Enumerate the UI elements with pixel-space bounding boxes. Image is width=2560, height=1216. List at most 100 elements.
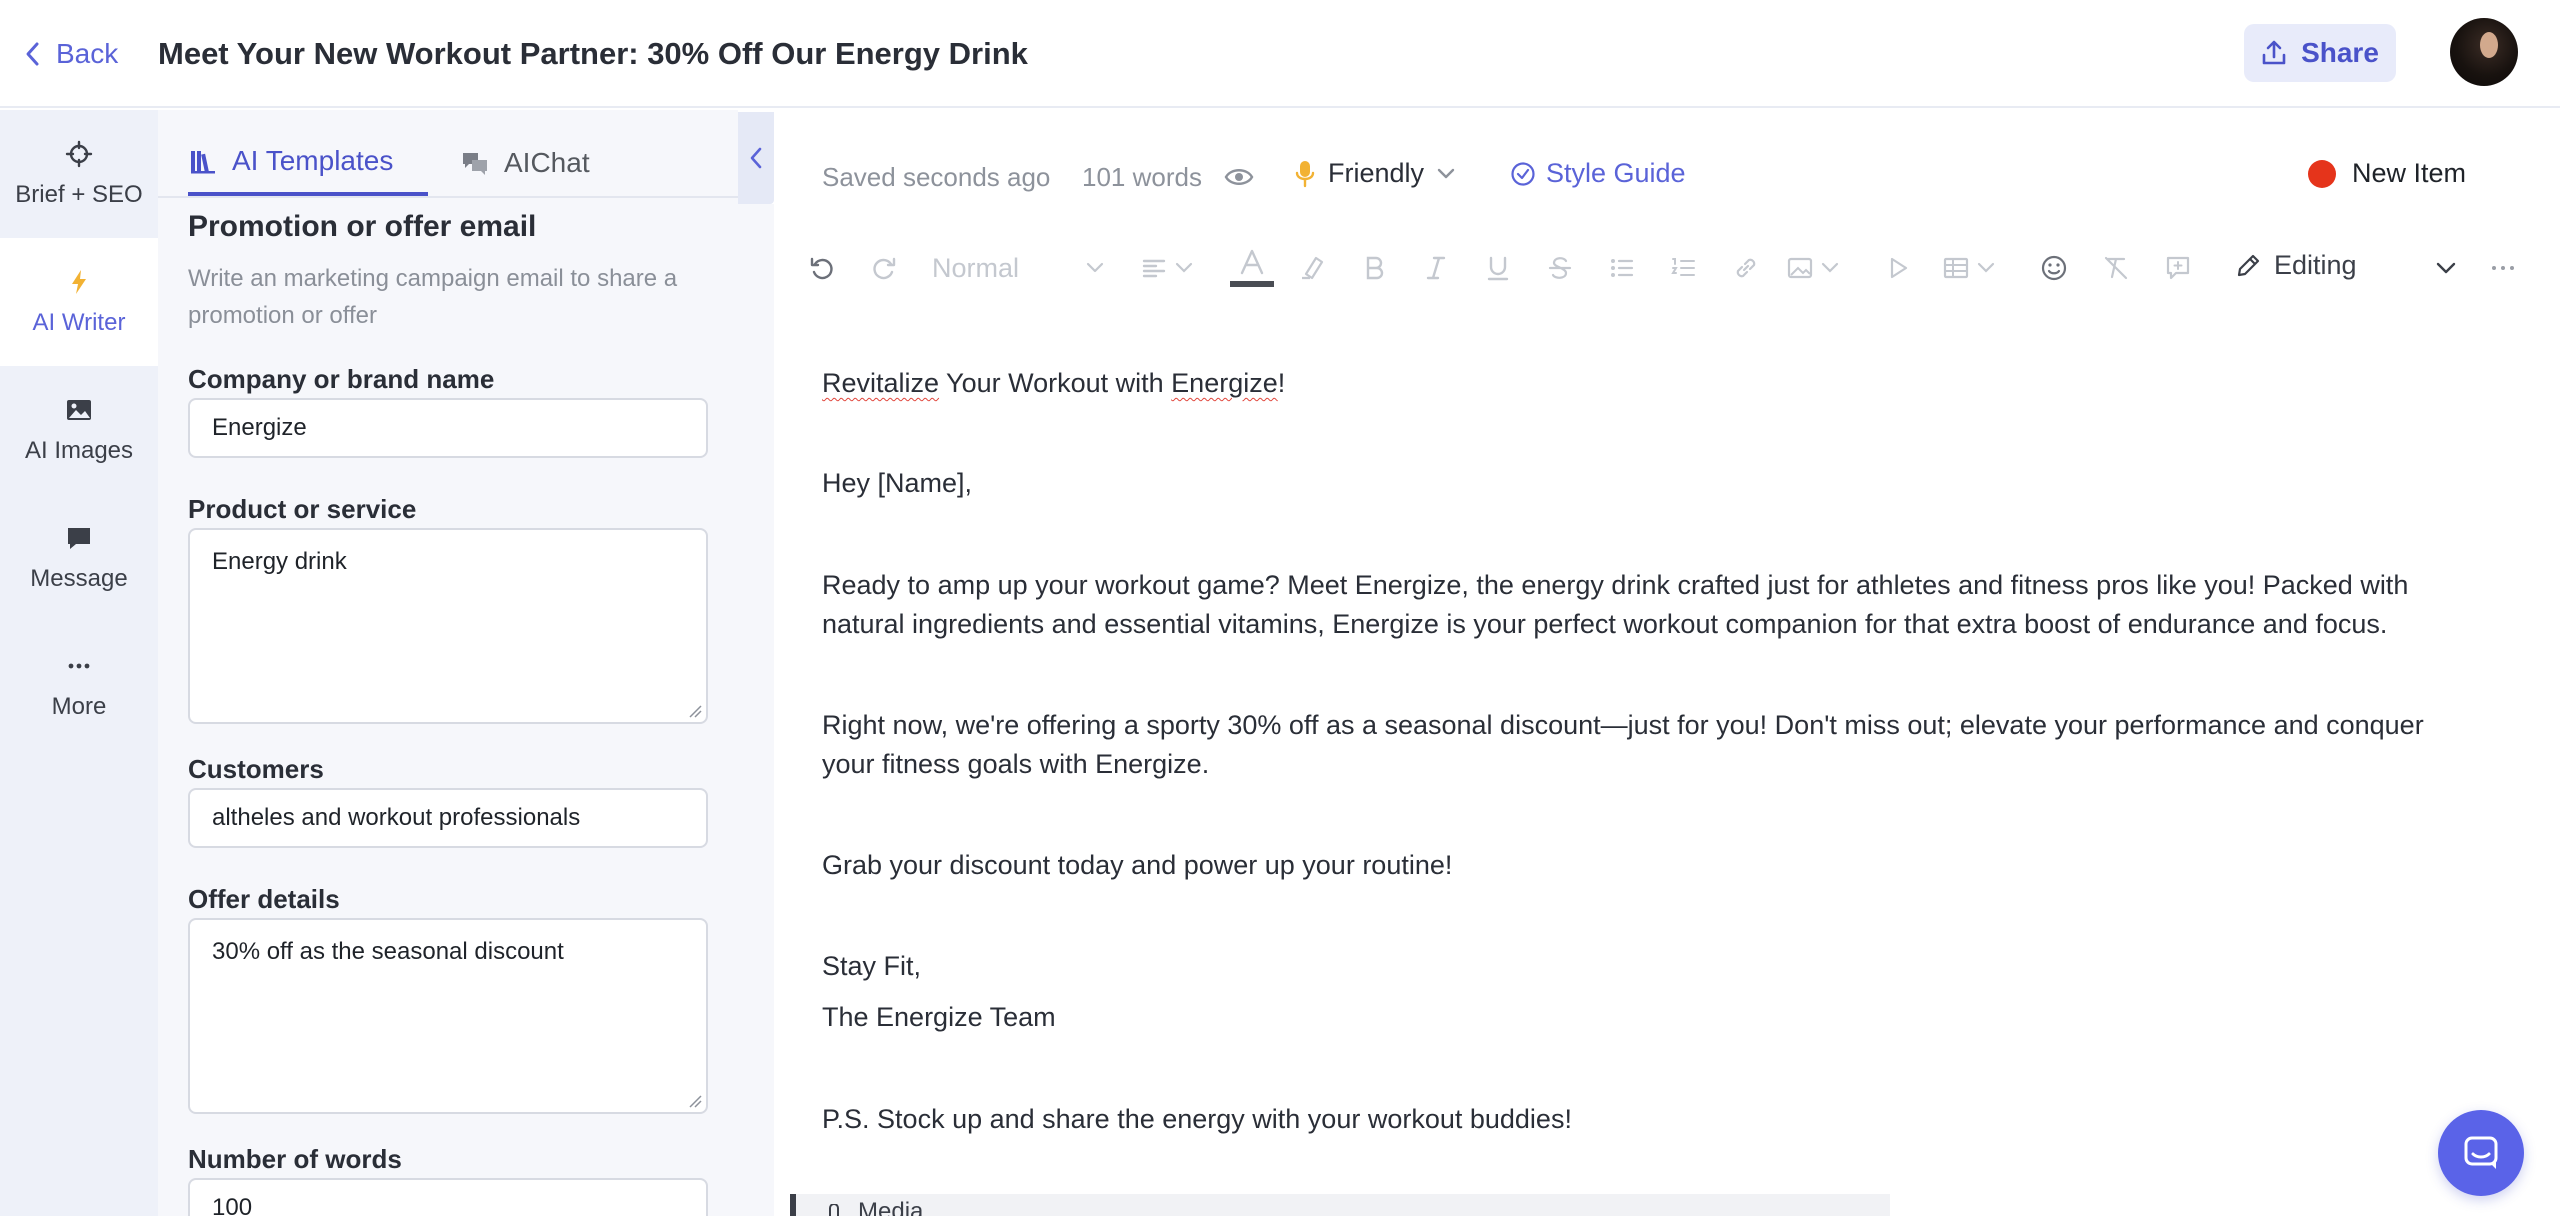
microphone-icon <box>1295 160 1315 187</box>
email-signature: The Energize Team <box>822 1002 1056 1032</box>
editing-mode-label: Editing <box>2274 250 2357 280</box>
email-postscript: P.S. Stock up and share the energy with … <box>822 1104 1572 1134</box>
company-input[interactable]: Energize <box>188 398 708 458</box>
chevron-down-icon <box>2436 262 2456 274</box>
resize-handle-icon[interactable] <box>688 704 702 718</box>
emoji-button[interactable] <box>2040 250 2068 286</box>
rail-label: More <box>51 693 107 720</box>
status-dot <box>2308 159 2336 188</box>
upload-icon <box>2262 40 2286 65</box>
rail-item-brief-seo[interactable]: Brief + SEO <box>0 110 158 238</box>
rail-item-ai-writer[interactable]: AI Writer <box>0 238 158 366</box>
chevron-down-icon <box>1086 262 1104 273</box>
style-guide-link[interactable]: Style Guide <box>1510 158 1686 189</box>
resize-handle-icon[interactable] <box>688 1094 702 1108</box>
customers-input[interactable]: altheles and workout professionals <box>188 788 708 848</box>
chevron-down-icon <box>1821 262 1839 273</box>
share-button[interactable]: Share <box>2244 24 2396 82</box>
italic-icon <box>1426 256 1446 280</box>
clear-format-button[interactable] <box>2102 250 2130 286</box>
chat-icon <box>2464 1136 2498 1169</box>
top-bar: Back Meet Your New Workout Partner: 30% … <box>0 0 2560 108</box>
emoji-icon <box>2041 255 2067 281</box>
chevron-left-icon <box>750 147 762 169</box>
insert-table-button[interactable] <box>1942 250 1996 286</box>
add-comment-button[interactable] <box>2164 250 2192 286</box>
template-title: Promotion or offer email <box>188 210 537 243</box>
template-description: Write an marketing campaign email to sha… <box>188 265 678 329</box>
text-style-value: Normal <box>932 252 1020 283</box>
embed-video-button[interactable] <box>1884 250 1912 286</box>
back-button[interactable]: Back <box>24 34 118 74</box>
tab-ai-templates[interactable]: AI Templates <box>188 130 428 196</box>
email-paragraph: Grab your discount today and power up yo… <box>822 850 1453 880</box>
offer-label: Offer details <box>188 884 340 914</box>
clear-format-icon <box>2104 256 2128 280</box>
new-item-status[interactable]: New Item <box>2308 158 2466 189</box>
highlight-button[interactable] <box>1298 250 1326 286</box>
link-button[interactable] <box>1732 250 1760 286</box>
eye-icon[interactable] <box>1224 164 1254 190</box>
image-icon <box>67 400 91 420</box>
editing-mode-dropdown[interactable]: Editing <box>2234 250 2357 281</box>
product-label: Product or service <box>188 494 417 524</box>
italic-button[interactable] <box>1422 250 1450 286</box>
rail-item-more[interactable]: More <box>0 622 158 750</box>
rail-label: AI Images <box>24 437 134 464</box>
words-input[interactable]: 100 <box>188 1178 708 1216</box>
numbered-list-icon <box>1671 258 1695 276</box>
rail-item-message[interactable]: Message <box>0 494 158 622</box>
chevron-left-icon <box>26 42 39 66</box>
support-chat-button[interactable] <box>2438 1110 2524 1196</box>
chat-bubbles-icon <box>463 153 487 175</box>
rail-item-ai-images[interactable]: AI Images <box>0 366 158 494</box>
link-icon <box>1736 258 1756 278</box>
redo-icon <box>873 257 896 280</box>
play-icon <box>1890 257 1908 279</box>
align-button[interactable] <box>1140 250 1194 286</box>
editing-mode-chevron[interactable] <box>2434 250 2458 286</box>
redo-button[interactable] <box>870 250 898 286</box>
align-left-icon <box>1142 259 1166 278</box>
numbered-list-button[interactable] <box>1670 250 1698 286</box>
text-color-button[interactable] <box>1228 249 1276 287</box>
image-icon <box>1787 257 1813 279</box>
tab-aichat[interactable]: AIChat <box>460 130 590 196</box>
table-icon <box>1943 257 1969 279</box>
paperclip-icon <box>829 1204 839 1216</box>
collapse-panel-button[interactable] <box>738 112 774 204</box>
bold-button[interactable] <box>1360 250 1388 286</box>
chevron-down-icon <box>1977 262 1995 273</box>
comment-plus-icon <box>2166 256 2190 280</box>
undo-icon <box>810 257 833 280</box>
tone-label: Friendly <box>1328 158 1425 188</box>
text-style-select[interactable]: Normal <box>932 250 1108 286</box>
rail-label: Brief + SEO <box>15 181 143 208</box>
email-signoff: Stay Fit, <box>822 951 922 981</box>
style-guide-label: Style Guide <box>1546 158 1686 188</box>
pencil-icon <box>2237 254 2260 276</box>
strikethrough-button[interactable] <box>1546 250 1574 286</box>
bullet-list-button[interactable] <box>1608 250 1636 286</box>
tab-label: AIChat <box>504 147 590 178</box>
insert-image-button[interactable] <box>1786 250 1840 286</box>
more-options-button[interactable] <box>2490 250 2516 286</box>
misspelled-word[interactable]: Energize <box>1171 368 1278 398</box>
tab-label: AI Templates <box>232 145 394 176</box>
undo-button[interactable] <box>808 250 836 286</box>
rail-label: Message <box>30 565 128 592</box>
user-avatar[interactable] <box>2450 18 2518 86</box>
email-paragraph: Ready to amp up your workout game? Meet … <box>822 570 2409 639</box>
back-label: Back <box>56 38 119 69</box>
underline-button[interactable] <box>1484 250 1512 286</box>
misspelled-word[interactable]: Revitalize <box>822 368 939 398</box>
product-textarea[interactable]: Energy drink <box>188 528 708 724</box>
text-color-icon <box>1230 249 1274 287</box>
tone-dropdown[interactable]: Friendly <box>1294 158 1456 189</box>
more-icon <box>68 663 90 669</box>
panel-divider <box>738 204 774 1216</box>
offer-textarea[interactable]: 30% off as the seasonal discount <box>188 918 708 1114</box>
books-icon <box>191 151 215 174</box>
email-paragraph: Right now, we're offering a sporty 30% o… <box>822 710 2424 779</box>
media-block[interactable] <box>790 1194 1890 1216</box>
